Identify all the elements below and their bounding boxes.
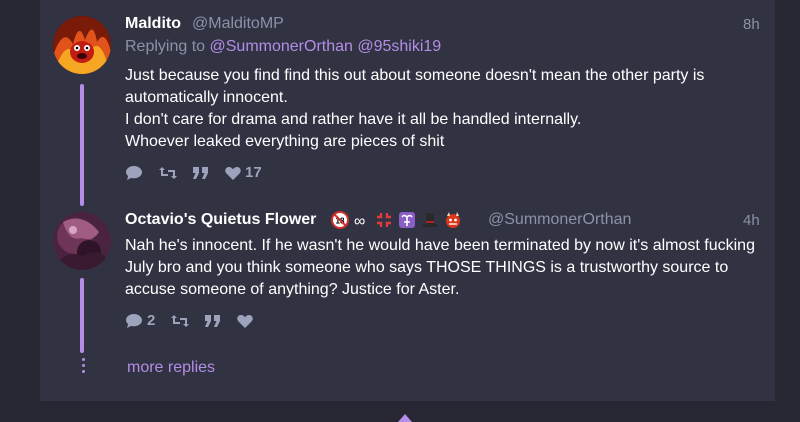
top-hat-icon bbox=[423, 213, 438, 227]
like-button[interactable] bbox=[237, 314, 254, 328]
expand-arrow-icon[interactable] bbox=[398, 414, 412, 422]
post-time[interactable]: 4h bbox=[743, 212, 760, 229]
reply-icon bbox=[126, 313, 142, 328]
name-emojis: 18 ∞ bbox=[331, 211, 467, 231]
avatar-octavio[interactable] bbox=[53, 212, 111, 270]
replying-to: Replying to @SummonerOrthan @95shiki19 bbox=[125, 38, 441, 56]
user-handle[interactable]: @SummonerOrthan bbox=[488, 211, 631, 229]
mention-link[interactable]: @95shiki19 bbox=[357, 38, 441, 55]
mention-link[interactable]: @SummonerOrthan bbox=[210, 38, 353, 55]
retweet-icon bbox=[159, 166, 177, 179]
no-under-18-icon: 18 bbox=[331, 211, 349, 229]
thread-line bbox=[80, 84, 84, 206]
quote-icon bbox=[193, 166, 208, 179]
display-name-text: Octavio's Quietus Flower bbox=[125, 211, 317, 228]
reply-icon bbox=[126, 165, 142, 180]
retweet-button[interactable] bbox=[159, 166, 177, 180]
avatar-maldito[interactable] bbox=[53, 16, 111, 74]
post-body: Nah he's innocent. If he wasn't he would… bbox=[125, 237, 755, 298]
post-time[interactable]: 8h bbox=[743, 16, 760, 33]
post-actions: 2 bbox=[125, 312, 269, 329]
anger-symbol-icon bbox=[377, 213, 392, 227]
retweet-button[interactable] bbox=[171, 314, 190, 328]
heart-icon bbox=[237, 314, 254, 328]
reply-button[interactable] bbox=[125, 165, 143, 181]
replying-to-label: Replying to bbox=[125, 38, 206, 55]
reply-button[interactable]: 2 bbox=[125, 312, 155, 329]
display-name[interactable]: Octavio's Quietus Flower bbox=[125, 211, 316, 229]
post-text-line: I don't care for drama and rather have i… bbox=[125, 111, 582, 128]
quote-icon bbox=[205, 314, 221, 327]
thread-card: Maldito @MalditoMP 8h Replying to @Summo… bbox=[40, 0, 775, 401]
post-text-line: Just because you find find this out abou… bbox=[125, 67, 705, 106]
user-handle[interactable]: @MalditoMP bbox=[192, 15, 284, 33]
heart-icon bbox=[225, 166, 241, 180]
thread-line bbox=[80, 278, 84, 353]
ophiuchus-icon bbox=[399, 212, 416, 228]
post-text-line: Whoever leaked everything are pieces of … bbox=[125, 133, 445, 150]
reply-count: 2 bbox=[147, 312, 156, 329]
infinity-symbol: ∞ bbox=[354, 213, 366, 230]
quote-button[interactable] bbox=[193, 166, 209, 179]
ogre-icon bbox=[446, 212, 461, 228]
retweet-icon bbox=[171, 314, 190, 327]
post-actions: 17 bbox=[125, 164, 278, 181]
quote-button[interactable] bbox=[205, 314, 221, 327]
more-replies-link[interactable]: more replies bbox=[127, 359, 215, 377]
display-name[interactable]: Maldito bbox=[125, 15, 181, 33]
like-button[interactable]: 17 bbox=[225, 164, 262, 181]
like-count: 17 bbox=[245, 164, 262, 181]
post-body: Just because you find find this out abou… bbox=[125, 65, 765, 153]
more-replies-dots bbox=[82, 358, 86, 376]
